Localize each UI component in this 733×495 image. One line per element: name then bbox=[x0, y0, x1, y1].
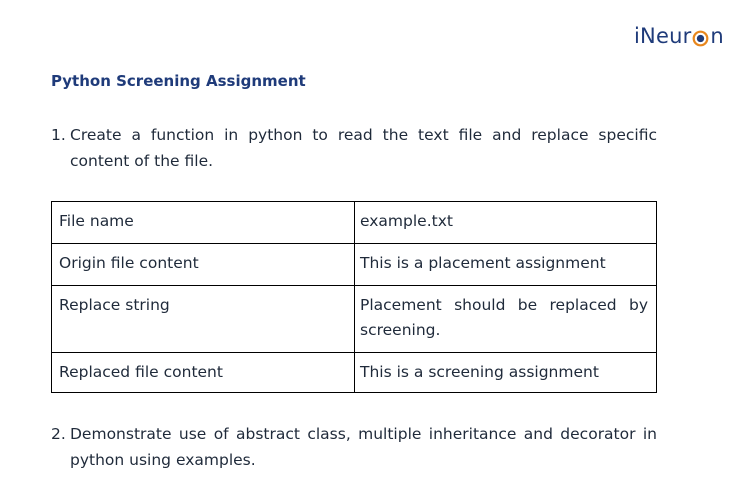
row-label-file-name: File name bbox=[51, 201, 355, 244]
logo-text-suffix: n bbox=[710, 24, 724, 48]
row-value-replace-string: Placement should be replaced by screenin… bbox=[354, 285, 657, 353]
ineuron-logo: iNeur n bbox=[634, 22, 724, 50]
table-row: Replace string Placement should be repla… bbox=[51, 285, 657, 353]
logo-o-icon bbox=[693, 30, 709, 46]
table-row: Replaced file content This is a screenin… bbox=[51, 352, 657, 393]
question-1-text: Create a function in python to read the … bbox=[70, 126, 657, 170]
row-label-replaced-content: Replaced file content bbox=[51, 352, 355, 393]
table-row: Origin file content This is a placement … bbox=[51, 243, 657, 286]
page-title: Python Screening Assignment bbox=[51, 72, 306, 90]
question-1: 1. Create a function in python to read t… bbox=[51, 122, 657, 174]
row-label-origin-content: Origin file content bbox=[51, 243, 355, 286]
row-value-origin-content: This is a placement assignment bbox=[354, 243, 657, 286]
row-label-replace-string: Replace string bbox=[51, 285, 355, 353]
question-1-number: 1. bbox=[51, 126, 66, 144]
question-2-text: Demonstrate use of abstract class, multi… bbox=[70, 425, 657, 469]
table-row: File name example.txt bbox=[51, 201, 657, 244]
row-value-replaced-content: This is a screening assignment bbox=[354, 352, 657, 393]
question-2: 2. Demonstrate use of abstract class, mu… bbox=[51, 421, 657, 473]
logo-text-prefix: iNeur bbox=[634, 24, 692, 48]
row-value-file-name: example.txt bbox=[354, 201, 657, 244]
file-replace-table: File name example.txt Origin file conten… bbox=[51, 201, 657, 393]
question-2-number: 2. bbox=[51, 425, 66, 443]
